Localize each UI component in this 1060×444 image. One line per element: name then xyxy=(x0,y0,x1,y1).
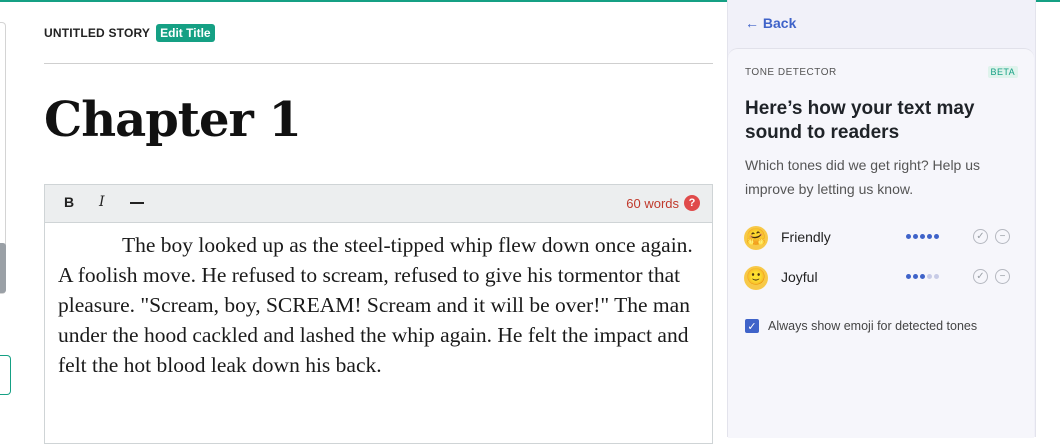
minus-circle-icon[interactable]: − xyxy=(995,269,1010,284)
panel-heading: Here’s how your text may sound to reader… xyxy=(745,98,975,143)
horizontal-rule-button[interactable] xyxy=(130,202,144,204)
story-title: UNTITLED STORY xyxy=(44,26,151,40)
tone-name: Joyful xyxy=(781,269,818,285)
editor-toolbar: B I 60 words ? xyxy=(45,185,712,223)
chapter-title[interactable]: Chapter 1 xyxy=(44,92,302,148)
intensity-dot xyxy=(906,234,911,239)
back-button[interactable]: ← Back xyxy=(745,15,796,31)
beta-badge: BETA xyxy=(987,66,1018,78)
divider xyxy=(44,63,713,64)
panel-subtext: Which tones did we get right? Help us im… xyxy=(745,157,981,197)
check-circle-icon[interactable]: ✓ xyxy=(973,229,988,244)
left-button-edge[interactable] xyxy=(0,355,11,395)
tone-detector-card: TONE DETECTOR BETA Here’s how your text … xyxy=(728,48,1034,438)
tone-intensity xyxy=(906,274,939,279)
help-icon[interactable]: ? xyxy=(684,195,700,211)
tone-row-joyful: 🙂 Joyful ✓ − xyxy=(744,265,1019,291)
section-label: TONE DETECTOR xyxy=(745,67,837,78)
edit-title-button[interactable]: Edit Title xyxy=(156,24,215,42)
text-editor: B I 60 words ? The boy looked up as the … xyxy=(44,184,713,444)
tone-row-friendly: 🤗 Friendly ✓ − xyxy=(744,225,1019,251)
minus-circle-icon[interactable]: − xyxy=(995,229,1010,244)
intensity-dot xyxy=(927,234,932,239)
emoji-option: ✓ Always show emoji for detected tones xyxy=(745,319,977,333)
left-scrollbar[interactable] xyxy=(0,243,6,293)
word-count-label: 60 words xyxy=(626,195,679,211)
intensity-dot xyxy=(913,234,918,239)
smiling-face-icon: 🙂 xyxy=(744,266,768,290)
checkbox-label: Always show emoji for detected tones xyxy=(768,319,978,333)
tone-intensity xyxy=(906,234,939,239)
intensity-dot xyxy=(913,274,918,279)
always-show-emoji-checkbox[interactable]: ✓ xyxy=(745,319,759,333)
hugging-face-icon: 🤗 xyxy=(744,226,768,250)
intensity-dot xyxy=(927,274,932,279)
check-circle-icon[interactable]: ✓ xyxy=(973,269,988,284)
intensity-dot xyxy=(934,234,939,239)
intensity-dot xyxy=(920,274,925,279)
intensity-dot xyxy=(906,274,911,279)
intensity-dot xyxy=(920,234,925,239)
editor-body[interactable]: The boy looked up as the steel-tipped wh… xyxy=(45,223,712,380)
story-header: UNTITLED STORY Edit Title xyxy=(44,24,215,42)
tone-name: Friendly xyxy=(781,229,831,245)
bold-button[interactable]: B xyxy=(64,194,74,210)
assistant-panel: ← Back TONE DETECTOR BETA Here’s how you… xyxy=(727,0,1036,438)
word-count: 60 words ? xyxy=(626,195,700,211)
intensity-dot xyxy=(934,274,939,279)
italic-button[interactable]: I xyxy=(99,194,105,210)
